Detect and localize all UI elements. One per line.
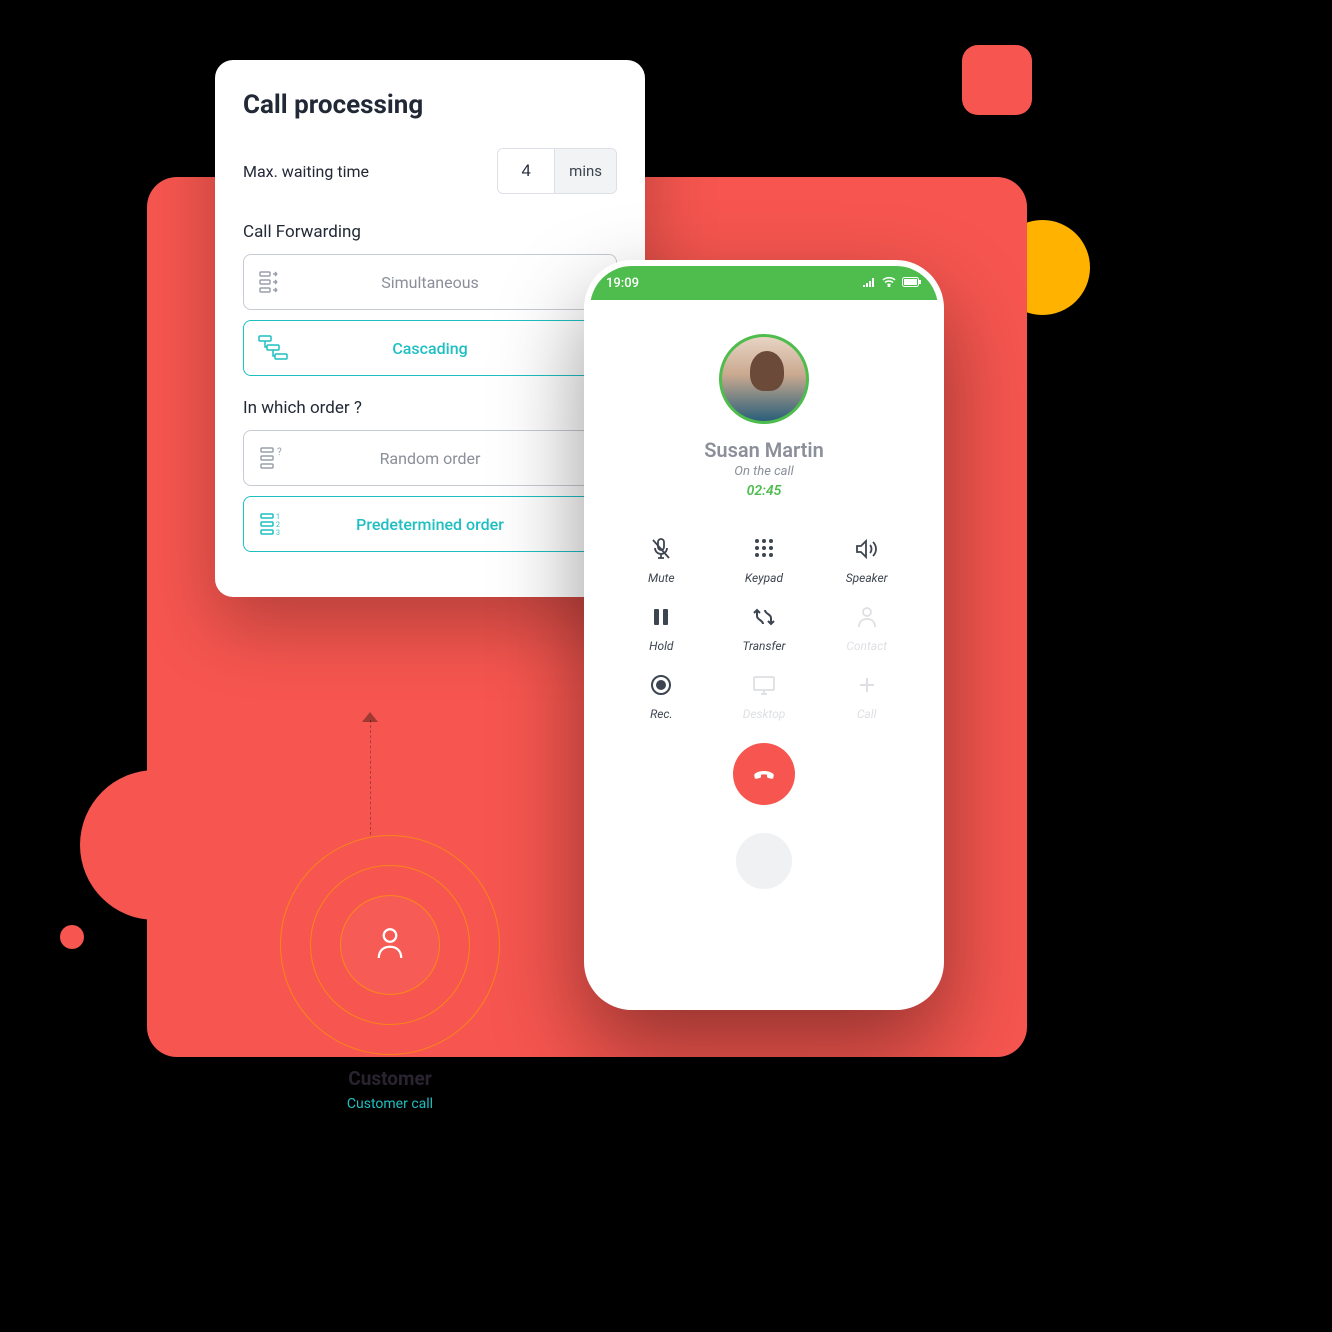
action-add-call-label: Call xyxy=(857,707,877,721)
customer-title: Customer xyxy=(260,1067,520,1090)
decor-red-blob xyxy=(80,770,230,920)
desktop-icon xyxy=(750,671,778,699)
phone-statusbar: 19:09 xyxy=(590,266,938,300)
action-mute-label: Mute xyxy=(648,571,675,585)
simultaneous-icon xyxy=(244,270,304,294)
arrow-line xyxy=(370,720,372,835)
call-forwarding-label: Call Forwarding xyxy=(243,222,617,242)
customer-zone: Customer Customer call xyxy=(260,835,520,1112)
action-record[interactable]: Rec. xyxy=(610,671,713,721)
speaker-icon xyxy=(853,535,881,563)
signal-icon xyxy=(862,276,876,291)
wifi-icon xyxy=(882,276,896,291)
action-record-label: Rec. xyxy=(650,707,673,721)
record-icon xyxy=(647,671,675,699)
battery-icon xyxy=(902,276,922,291)
caller-area: Susan Martin On the call 02:45 xyxy=(590,300,938,499)
action-mute[interactable]: Mute xyxy=(610,535,713,585)
order-label: In which order ? xyxy=(243,398,617,418)
option-random-order[interactable]: ? Random order xyxy=(243,430,617,486)
phone-mockup: 19:09 Susan Martin On the call 02:45 xyxy=(584,260,944,1010)
hold-icon xyxy=(647,603,675,631)
card-title: Call processing xyxy=(243,90,617,120)
call-forwarding-section: Call Forwarding Simultaneous C xyxy=(243,222,617,376)
max-wait-value[interactable] xyxy=(498,149,554,193)
customer-icon xyxy=(375,926,405,964)
customer-subtitle: Customer call xyxy=(260,1096,520,1112)
action-speaker[interactable]: Speaker xyxy=(815,535,918,585)
action-hold-label: Hold xyxy=(649,639,673,653)
caller-name: Susan Martin xyxy=(590,438,938,462)
random-order-icon: ? xyxy=(244,446,304,470)
option-simultaneous-label: Simultaneous xyxy=(304,273,616,292)
option-cascading-label: Cascading xyxy=(304,339,616,358)
max-wait-input-group[interactable]: mins xyxy=(497,148,617,194)
max-wait-label: Max. waiting time xyxy=(243,162,369,181)
action-speaker-label: Speaker xyxy=(846,571,888,585)
option-random-order-label: Random order xyxy=(304,449,616,468)
action-desktop: Desktop xyxy=(713,671,816,721)
decor-red-dot xyxy=(60,925,84,949)
decor-red-square xyxy=(962,45,1032,115)
status-time: 19:09 xyxy=(606,276,639,291)
max-wait-row: Max. waiting time mins xyxy=(243,148,617,194)
svg-text:2: 2 xyxy=(276,521,280,529)
caller-timer: 02:45 xyxy=(590,483,938,499)
option-predetermined-order[interactable]: 1 2 3 Predetermined order xyxy=(243,496,617,552)
action-transfer-label: Transfer xyxy=(742,639,785,653)
option-cascading[interactable]: Cascading xyxy=(243,320,617,376)
max-wait-unit: mins xyxy=(554,149,616,193)
mute-icon xyxy=(647,535,675,563)
action-keypad[interactable]: Keypad xyxy=(713,535,816,585)
action-contact: Contact xyxy=(815,603,918,653)
action-contact-label: Contact xyxy=(846,639,887,653)
order-section: In which order ? ? Random order 1 2 3 xyxy=(243,398,617,552)
action-keypad-label: Keypad xyxy=(745,571,783,585)
keypad-icon xyxy=(750,535,778,563)
transfer-icon xyxy=(750,603,778,631)
hangup-icon xyxy=(749,759,779,789)
home-button[interactable] xyxy=(736,833,792,889)
call-processing-card: Call processing Max. waiting time mins C… xyxy=(215,60,645,597)
action-desktop-label: Desktop xyxy=(743,707,786,721)
call-actions-grid: Mute Keypad Speaker Hold xyxy=(590,499,938,731)
cascading-icon xyxy=(244,334,304,362)
plus-icon xyxy=(853,671,881,699)
option-simultaneous[interactable]: Simultaneous xyxy=(243,254,617,310)
svg-text:3: 3 xyxy=(276,529,280,536)
hangup-button[interactable] xyxy=(733,743,795,805)
caller-status: On the call xyxy=(590,464,938,479)
action-add-call: Call xyxy=(815,671,918,721)
caller-avatar xyxy=(719,334,809,424)
option-predetermined-order-label: Predetermined order xyxy=(304,515,616,534)
action-transfer[interactable]: Transfer xyxy=(713,603,816,653)
action-hold[interactable]: Hold xyxy=(610,603,713,653)
predetermined-order-icon: 1 2 3 xyxy=(244,512,304,536)
svg-text:?: ? xyxy=(277,447,282,458)
svg-text:1: 1 xyxy=(276,513,280,521)
contact-icon xyxy=(853,603,881,631)
